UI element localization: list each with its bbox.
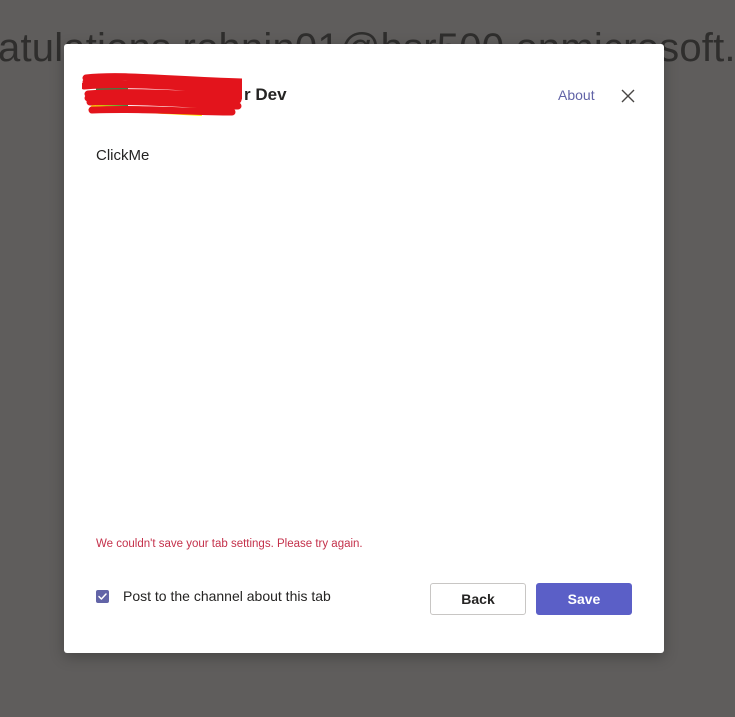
save-button[interactable]: Save [536, 583, 632, 615]
post-to-channel-checkbox[interactable] [96, 589, 109, 603]
post-to-channel-label: Post to the channel about this tab [123, 588, 331, 604]
checkmark-icon [98, 592, 107, 600]
back-button[interactable]: Back [430, 583, 526, 615]
app-title: r Dev [244, 85, 287, 104]
close-button[interactable] [618, 86, 638, 106]
post-to-channel-row: Post to the channel about this tab [96, 588, 331, 604]
redaction-scribble [82, 73, 242, 116]
about-link[interactable]: About [558, 87, 595, 103]
close-icon [621, 89, 635, 103]
error-message: We couldn't save your tab settings. Plea… [96, 538, 363, 550]
tab-config-dialog: r Dev About ClickMe We couldn't save you… [64, 44, 664, 653]
tab-content-text: ClickMe [96, 147, 150, 164]
